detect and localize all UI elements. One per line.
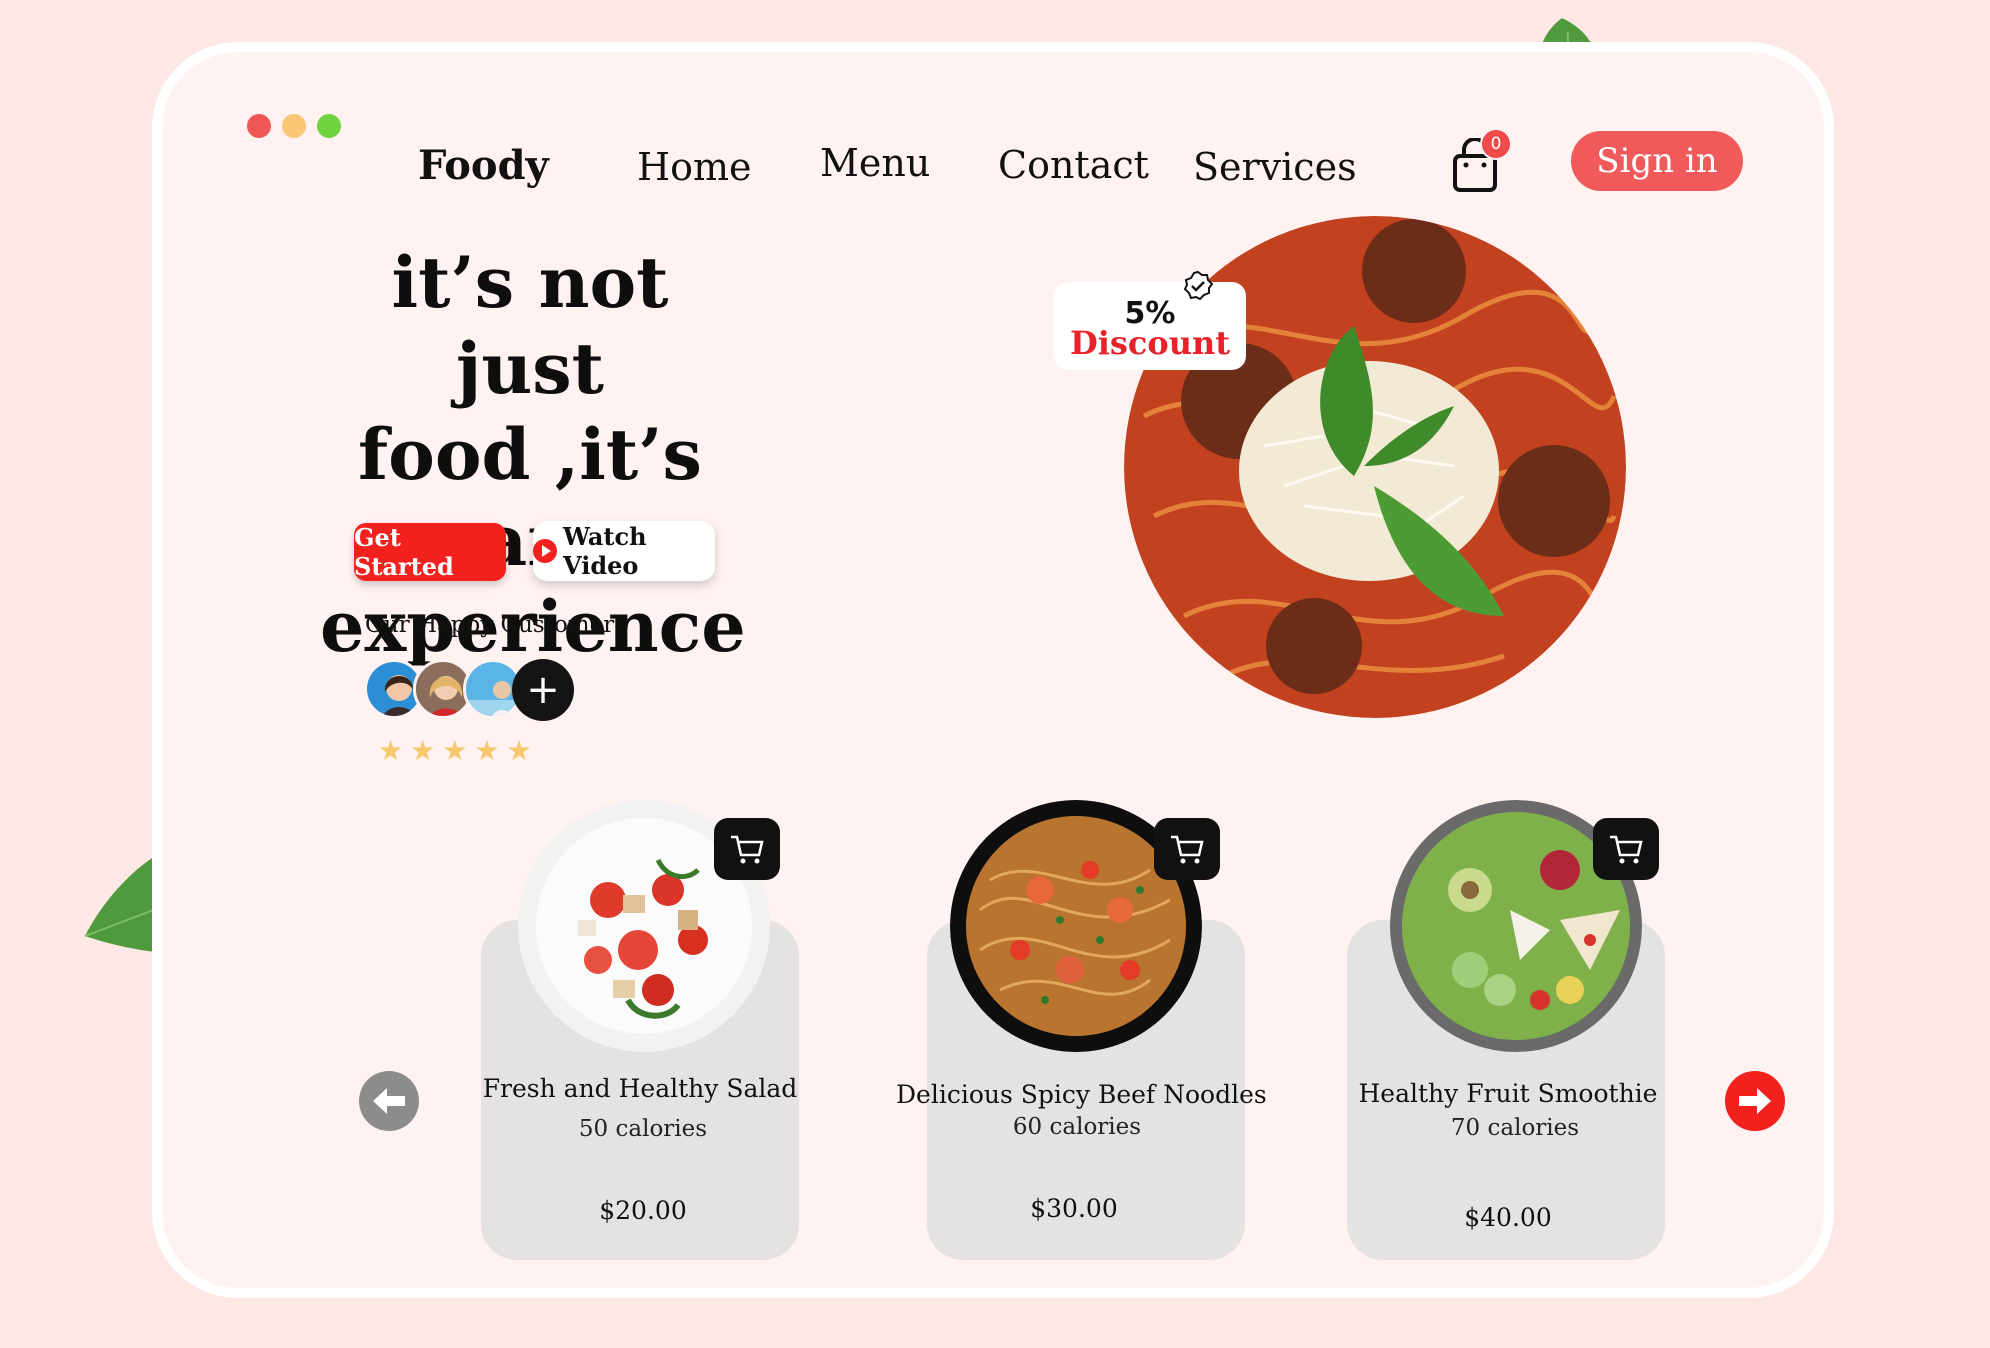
happy-customer-label: Our Happy Customer (365, 612, 615, 638)
star-icon: ★ (378, 734, 404, 767)
cart-icon (1610, 835, 1643, 864)
add-to-cart-noodles[interactable] (1154, 818, 1220, 880)
product-calories: 50 calories (578, 1116, 708, 1142)
rating-stars: ★ ★ ★ ★ ★ (378, 734, 532, 767)
product-price: $20.00 (599, 1196, 687, 1225)
play-icon (533, 539, 557, 563)
nav-home[interactable]: Home (637, 145, 752, 189)
watch-video-label: Watch Video (563, 522, 647, 580)
watch-video-button[interactable]: Watch Video (533, 521, 715, 581)
add-to-cart-salad[interactable] (714, 818, 780, 880)
brand-logo[interactable]: Foody (418, 142, 549, 189)
star-icon: ★ (442, 734, 468, 767)
star-icon: ★ (474, 734, 500, 767)
cart-icon (731, 835, 764, 864)
carousel-prev-button[interactable] (359, 1071, 419, 1131)
discount-badge: 5% Discount (1054, 282, 1246, 370)
product-price: $30.00 (1030, 1194, 1118, 1223)
carousel-next-button[interactable] (1725, 1071, 1785, 1131)
cart-icon (1171, 835, 1204, 864)
cart-count-badge: 0 (1480, 128, 1512, 160)
discount-label: Discount (1069, 324, 1231, 362)
product-calories: 70 calories (1450, 1115, 1580, 1141)
product-name: Fresh and Healthy Salad (482, 1074, 798, 1103)
product-name: Healthy Fruit Smoothie (1358, 1079, 1658, 1108)
hero-title: it’s not just food ,it’s an experience (320, 240, 746, 670)
hero-title-line-1: it’s not just (391, 241, 669, 410)
arrow-left-icon (373, 1088, 405, 1114)
nav-menu[interactable]: Menu (820, 141, 930, 185)
product-price: $40.00 (1464, 1203, 1552, 1232)
plus-icon: + (526, 667, 560, 713)
nav-services[interactable]: Services (1193, 145, 1357, 189)
star-icon: ★ (410, 734, 436, 767)
add-to-cart-smoothie[interactable] (1593, 818, 1659, 880)
product-name: Delicious Spicy Beef Noodles (896, 1080, 1267, 1109)
window-minimize-dot[interactable] (282, 114, 306, 138)
product-calories: 60 calories (1012, 1114, 1142, 1140)
nav-contact[interactable]: Contact (998, 143, 1149, 187)
get-started-button[interactable]: Get Started (354, 523, 506, 581)
window-close-dot[interactable] (247, 114, 271, 138)
add-customer-button[interactable]: + (512, 659, 574, 721)
signin-button[interactable]: Sign in (1571, 131, 1743, 191)
verified-badge-icon (1183, 270, 1214, 301)
arrow-right-icon (1739, 1088, 1771, 1114)
star-icon: ★ (506, 734, 532, 767)
window-maximize-dot[interactable] (317, 114, 341, 138)
